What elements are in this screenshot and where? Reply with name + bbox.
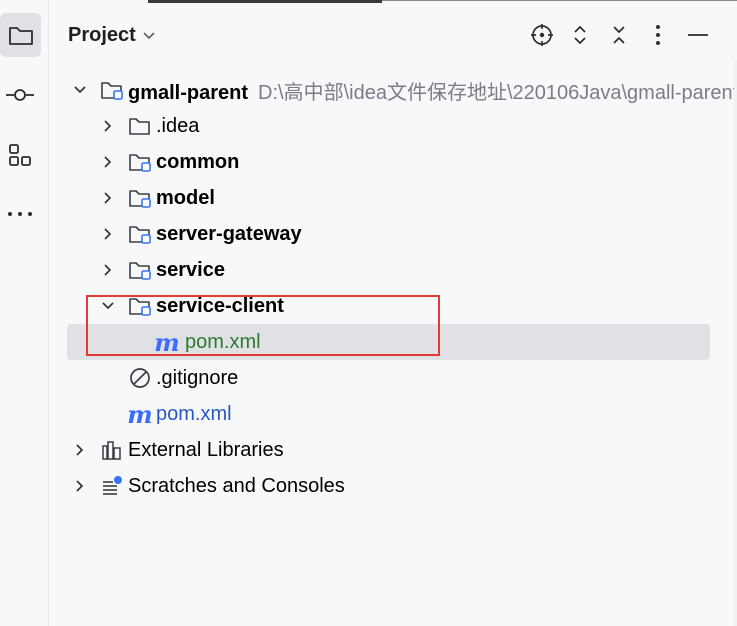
module-folder-icon <box>128 294 152 318</box>
minimize-button[interactable] <box>685 22 711 48</box>
module-folder-icon <box>128 258 152 282</box>
tree-item-label: gmall-parent <box>128 81 249 104</box>
expand-all-button[interactable] <box>567 22 593 48</box>
chevron-right-icon[interactable] <box>73 443 87 457</box>
tree-item-root-pom[interactable]: m pom.xml <box>49 396 737 432</box>
module-folder-icon <box>128 186 152 210</box>
top-accent-line <box>148 0 382 3</box>
tree-item-external-libraries[interactable]: External Libraries <box>49 432 737 468</box>
tree-item-gmall-parent[interactable]: gmall-parent D:\高中部\idea文件保存地址\220106Java… <box>49 72 737 108</box>
tree-item-label: pom.xml <box>185 330 261 353</box>
expand-collapse-icon <box>574 25 586 45</box>
structure-tool-button[interactable] <box>0 133 40 177</box>
tree-item-label: service <box>156 258 225 281</box>
scratches-icon <box>100 474 124 498</box>
tree-item-label: Scratches and Consoles <box>128 474 345 497</box>
options-button[interactable] <box>645 22 671 48</box>
minimize-icon <box>688 34 708 36</box>
panel-title-label: Project <box>68 24 136 46</box>
options-icon <box>656 25 660 45</box>
top-border-line <box>382 0 737 1</box>
chevron-right-icon[interactable] <box>101 263 115 277</box>
tree-item-server-gateway[interactable]: server-gateway <box>49 216 737 252</box>
chevron-right-icon[interactable] <box>101 155 115 169</box>
locate-button[interactable] <box>529 22 555 48</box>
chevron-down-icon[interactable] <box>73 83 87 97</box>
tree-item-label: service-client <box>156 294 284 317</box>
collapse-all-button[interactable] <box>606 22 632 48</box>
chevron-down-icon[interactable] <box>101 299 115 313</box>
collapse-all-icon <box>613 26 625 44</box>
chevron-right-icon[interactable] <box>101 227 115 241</box>
tree-item-service-client-pom[interactable]: m pom.xml <box>67 324 710 360</box>
tree-item-label: pom.xml <box>156 402 232 425</box>
tree-item-service-client[interactable]: service-client <box>49 288 737 324</box>
tree-item-label: common <box>156 150 240 173</box>
module-folder-icon <box>128 222 152 246</box>
folder-icon <box>128 114 152 138</box>
tree-item-scratches[interactable]: Scratches and Consoles <box>49 468 737 504</box>
module-folder-icon <box>100 78 124 102</box>
tree-item-label: .idea <box>156 114 200 137</box>
more-tool-windows-button[interactable] <box>0 192 40 236</box>
panel-title[interactable]: Project <box>68 24 156 47</box>
folder-icon <box>8 27 33 45</box>
tree-item-label: server-gateway <box>156 222 302 245</box>
tree-item-service[interactable]: service <box>49 252 737 288</box>
chevron-right-icon[interactable] <box>73 479 87 493</box>
tool-window-strip <box>0 0 49 626</box>
chevron-down-icon <box>143 31 155 39</box>
project-tool-button[interactable] <box>0 13 41 57</box>
tree-item-model[interactable]: model <box>49 180 737 216</box>
project-panel-header: Project <box>49 14 737 58</box>
library-icon <box>100 438 124 462</box>
tree-item-label: model <box>156 186 215 209</box>
module-folder-icon <box>128 150 152 174</box>
commit-tool-button[interactable] <box>0 73 40 117</box>
chevron-right-icon[interactable] <box>101 119 115 133</box>
tree-item-common[interactable]: common <box>49 144 737 180</box>
tree-item-path: D:\高中部\idea文件保存地址\220106Java\gmall-paren… <box>258 81 737 104</box>
structure-icon <box>9 144 31 166</box>
more-icon <box>8 212 32 216</box>
maven-icon: m <box>127 399 153 429</box>
commit-icon <box>6 89 34 101</box>
tree-item-label: .gitignore <box>156 366 239 389</box>
tree-item-idea[interactable]: .idea <box>49 108 737 144</box>
locate-icon <box>531 24 553 46</box>
ignored-file-icon <box>128 366 152 390</box>
tree-item-gitignore[interactable]: .gitignore <box>49 360 737 396</box>
tree-item-label: External Libraries <box>128 438 284 461</box>
maven-icon: m <box>154 327 180 357</box>
chevron-right-icon[interactable] <box>101 191 115 205</box>
